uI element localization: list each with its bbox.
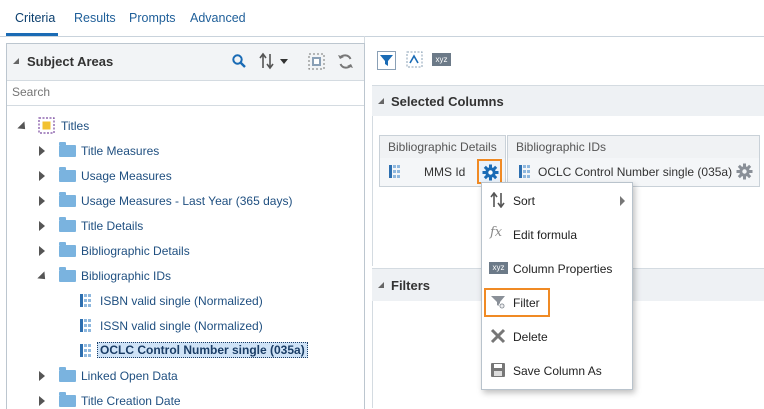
- tree-folder-title-measures[interactable]: Title Measures: [7, 140, 364, 162]
- tree-folder-title-creation-date[interactable]: Title Creation Date: [7, 390, 364, 409]
- column-header-label: Bibliographic Details: [388, 140, 497, 154]
- expand-icon[interactable]: [39, 246, 45, 256]
- collapse-icon[interactable]: [13, 58, 19, 64]
- menu-item-label: Delete: [513, 330, 548, 344]
- tab-bar: Criteria Results Prompts Advanced: [0, 0, 764, 37]
- selected-columns-title: Selected Columns: [391, 94, 504, 109]
- column-icon: [80, 294, 92, 307]
- filters-title: Filters: [391, 278, 431, 293]
- column-icon: [389, 165, 401, 178]
- tree-folder-bibliographic-ids[interactable]: Bibliographic IDs: [7, 265, 364, 287]
- tree-folder-usage-measures[interactable]: Usage Measures: [7, 165, 364, 187]
- column-header-bibliographic-ids[interactable]: Bibliographic IDs: [507, 135, 760, 159]
- collapse-icon[interactable]: [37, 271, 49, 283]
- tree-item-label: Bibliographic Details: [81, 244, 190, 258]
- expand-icon[interactable]: [17, 121, 29, 133]
- tree-item-label: ISSN valid single (Normalized): [100, 319, 263, 333]
- formula-icon: fx: [490, 225, 503, 240]
- criteria-toolbar: xyz: [372, 43, 764, 79]
- refresh-icon[interactable]: [337, 53, 354, 70]
- tree-folder-title-details[interactable]: Title Details: [7, 215, 364, 237]
- sort-dropdown-icon[interactable]: [258, 52, 292, 70]
- tree-folder-linked-open-data[interactable]: Linked Open Data: [7, 365, 364, 387]
- expand-icon[interactable]: [39, 146, 45, 156]
- menu-item-delete[interactable]: Delete: [482, 321, 632, 351]
- tree-column-isbn[interactable]: ISBN valid single (Normalized): [7, 290, 364, 312]
- gear-icon[interactable]: [736, 163, 753, 180]
- menu-item-edit-formula[interactable]: fx Edit formula: [482, 219, 632, 249]
- tree-item-label: Linked Open Data: [81, 369, 178, 383]
- folder-icon: [59, 392, 76, 407]
- collapse-icon[interactable]: [378, 98, 384, 104]
- xyz-icon: xyz: [489, 262, 508, 274]
- tree-item-label: Title Details: [81, 219, 144, 233]
- column-header-label: Bibliographic IDs: [516, 140, 607, 154]
- expand-icon[interactable]: [39, 221, 45, 231]
- delete-icon: [490, 328, 506, 344]
- folder-icon: [59, 267, 76, 282]
- menu-item-sort[interactable]: Sort: [482, 185, 632, 215]
- menu-item-column-properties[interactable]: xyz Column Properties: [482, 253, 632, 283]
- expand-icon[interactable]: [39, 396, 45, 406]
- view-icon[interactable]: [308, 53, 325, 70]
- tree-root-label: Titles: [61, 119, 90, 133]
- folder-icon: [59, 142, 76, 157]
- tree-column-issn[interactable]: ISSN valid single (Normalized): [7, 315, 364, 337]
- menu-item-label: Edit formula: [513, 228, 578, 242]
- menu-item-label: Save Column As: [513, 364, 602, 378]
- tree-folder-usage-measures-last-year[interactable]: Usage Measures - Last Year (365 days): [7, 190, 364, 212]
- tab-prompts[interactable]: Prompts: [129, 11, 176, 25]
- expand-icon[interactable]: [39, 196, 45, 206]
- search-input[interactable]: [12, 85, 312, 99]
- tree-item-label: ISBN valid single (Normalized): [100, 294, 263, 308]
- tree-root[interactable]: Titles: [7, 115, 364, 137]
- tab-results[interactable]: Results: [74, 11, 116, 25]
- filter-toggle-icon[interactable]: [377, 51, 396, 70]
- tree-folder-bibliographic-details[interactable]: Bibliographic Details: [7, 240, 364, 262]
- column-icon: [80, 319, 92, 332]
- column-icon: [519, 165, 531, 178]
- column-value-label: MMS Id: [424, 165, 466, 179]
- collapse-icon[interactable]: [378, 282, 384, 288]
- search-icon[interactable]: [231, 53, 247, 69]
- menu-item-label: Sort: [513, 194, 536, 208]
- folder-icon: [59, 217, 76, 232]
- expand-icon[interactable]: [39, 171, 45, 181]
- subject-area-icon: [38, 117, 55, 134]
- tree-item-label: Title Creation Date: [81, 394, 181, 408]
- tree-item-label: Usage Measures - Last Year (365 days): [81, 194, 293, 208]
- expand-icon[interactable]: [39, 371, 45, 381]
- search-bar: [7, 81, 364, 106]
- sort-icon: [490, 191, 506, 209]
- folder-icon: [59, 367, 76, 382]
- submenu-arrow-icon: [620, 196, 625, 206]
- column-header-bibliographic-details[interactable]: Bibliographic Details: [379, 135, 506, 159]
- filter-highlight: [484, 288, 550, 317]
- subject-areas-title: Subject Areas: [27, 54, 114, 69]
- column-value-label: OCLC Control Number single (035a): [538, 165, 733, 179]
- tab-criteria[interactable]: Criteria: [15, 11, 55, 25]
- folder-icon: [59, 242, 76, 257]
- tree-item-label-selected: OCLC Control Number single (035a): [97, 342, 308, 358]
- column-context-menu: Sort fx Edit formula xyz Column Properti…: [481, 182, 633, 390]
- active-tab-indicator: [6, 33, 58, 36]
- edit-formula-icon[interactable]: [406, 51, 423, 68]
- folder-icon: [59, 167, 76, 182]
- tree-item-label: Usage Measures: [81, 169, 172, 183]
- subject-areas-panel: Subject Areas Titles Title Measures Usag…: [6, 43, 365, 409]
- column-options-button-highlight[interactable]: [477, 159, 502, 184]
- tree-column-oclc[interactable]: OCLC Control Number single (035a): [7, 340, 364, 362]
- tab-advanced[interactable]: Advanced: [190, 11, 246, 25]
- tree-item-label: Bibliographic IDs: [81, 269, 172, 283]
- column-icon: [80, 344, 92, 357]
- subject-areas-header: Subject Areas: [7, 44, 364, 81]
- tree-item-label: Title Measures: [81, 144, 160, 158]
- folder-icon: [59, 192, 76, 207]
- gear-icon[interactable]: [482, 164, 499, 181]
- selected-columns-header: Selected Columns: [372, 85, 764, 117]
- column-properties-icon[interactable]: xyz: [432, 53, 451, 66]
- save-icon: [490, 362, 506, 378]
- menu-item-label: Column Properties: [513, 262, 613, 276]
- menu-item-save-column-as[interactable]: Save Column As: [482, 355, 632, 385]
